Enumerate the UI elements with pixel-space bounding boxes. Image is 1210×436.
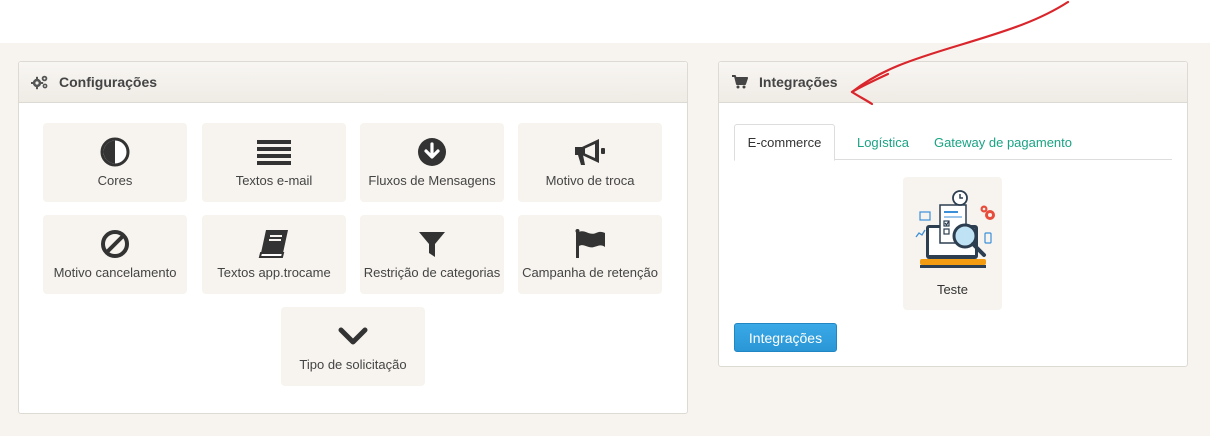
tile-motivo-troca[interactable]: Motivo de troca: [518, 123, 662, 202]
tile-label: Textos e-mail: [235, 173, 313, 188]
integration-card-label: Teste: [936, 282, 969, 297]
tile-label: Fluxos de Mensagens: [368, 173, 496, 188]
tile-label: Textos app.trocame: [217, 265, 331, 280]
integration-illustration: [910, 185, 996, 275]
filter-icon: [418, 229, 446, 259]
flag-icon: [574, 229, 606, 259]
ban-icon: [100, 229, 130, 259]
tile-fluxos-mensagens[interactable]: Fluxos de Mensagens: [360, 123, 504, 202]
tile-label: Restrição de categorias: [363, 265, 501, 280]
tile-cores[interactable]: Cores: [43, 123, 187, 202]
integration-tabs: E-commerce Logística Gateway de pagament…: [734, 124, 1172, 161]
integrations-panel-title: Integrações: [759, 74, 838, 90]
config-panel: Configurações Cores Textos e-mail Fluxos…: [18, 61, 688, 414]
tile-label: Campanha de retenção: [522, 265, 658, 280]
tile-motivo-cancelamento[interactable]: Motivo cancelamento: [43, 215, 187, 294]
tile-campanha-retencao[interactable]: Campanha de retenção: [518, 215, 662, 294]
tab-e-commerce[interactable]: E-commerce: [734, 124, 835, 161]
tile-label: Cores: [97, 173, 133, 188]
lines-icon: [257, 137, 291, 167]
config-panel-header: Configurações: [19, 62, 687, 103]
integrations-button[interactable]: Integrações: [734, 323, 837, 352]
book-icon: [258, 229, 290, 259]
shopping-cart-icon: [731, 73, 749, 91]
tile-restricao-categorias[interactable]: Restrição de categorias: [360, 215, 504, 294]
config-panel-title: Configurações: [59, 74, 158, 90]
tile-label: Motivo de troca: [545, 173, 635, 188]
tile-label: Motivo cancelamento: [53, 265, 177, 280]
gears-icon: [31, 73, 49, 91]
tab-logistica[interactable]: Logística: [841, 124, 925, 160]
half-circle-icon: [100, 137, 130, 167]
integration-card[interactable]: Teste: [903, 177, 1002, 310]
tile-textos-app[interactable]: Textos app.trocame: [202, 215, 346, 294]
tile-tipo-solicitacao[interactable]: Tipo de solicitação: [281, 307, 425, 386]
tab-gateway-pagamento[interactable]: Gateway de pagamento: [927, 124, 1079, 160]
tile-textos-email[interactable]: Textos e-mail: [202, 123, 346, 202]
megaphone-icon: [573, 137, 607, 167]
arrow-down-circle-icon: [417, 137, 447, 167]
annotation-arrow: [850, 0, 1070, 106]
chevron-down-icon: [338, 321, 368, 351]
tile-label: Tipo de solicitação: [299, 357, 407, 372]
